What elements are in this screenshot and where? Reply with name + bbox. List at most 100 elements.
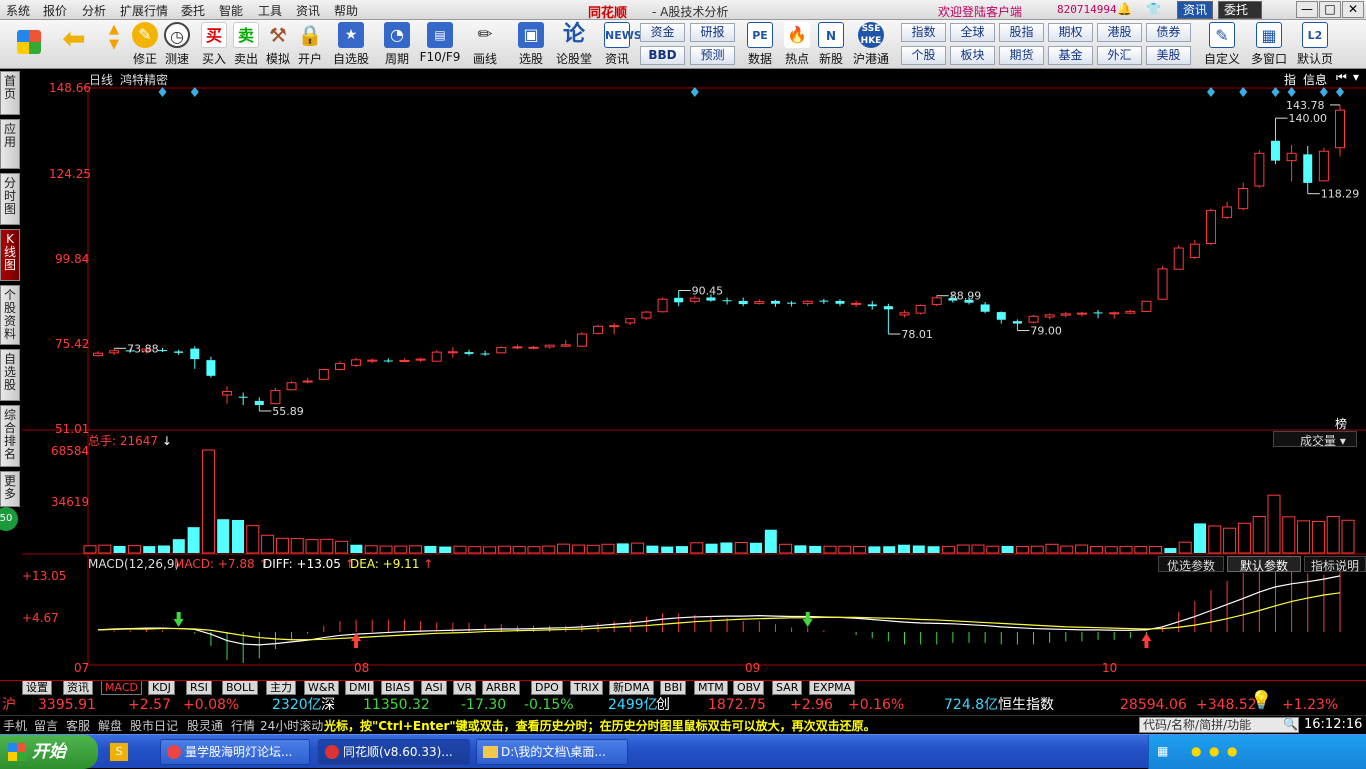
- tab-arbr[interactable]: ARBR: [482, 681, 521, 695]
- sector-button[interactable]: 板块: [950, 46, 995, 65]
- us-stock-button[interactable]: 美股: [1146, 46, 1191, 65]
- windows-button[interactable]: [14, 22, 44, 68]
- back-button[interactable]: ⬅: [56, 22, 92, 68]
- preferred-params-button[interactable]: 优选参数: [1158, 556, 1224, 573]
- menu-smart[interactable]: 智能: [219, 2, 243, 19]
- f10-button[interactable]: ▤ F10/F9: [418, 22, 462, 68]
- tab-main-force[interactable]: 主力: [266, 681, 296, 695]
- maximize-button[interactable]: □: [1319, 1, 1341, 18]
- tab-bias[interactable]: BIAS: [381, 681, 415, 695]
- tab-boll[interactable]: BOLL: [222, 681, 259, 695]
- tab-macd[interactable]: MACD: [101, 681, 142, 695]
- quick-launch-icon[interactable]: S: [110, 743, 128, 761]
- menu-tools[interactable]: 工具: [258, 2, 282, 19]
- info-service[interactable]: 客服: [66, 717, 90, 734]
- info-button[interactable]: 信息: [1303, 71, 1327, 88]
- first-page-icon[interactable]: ⏮: [1336, 70, 1347, 85]
- stock-index-button[interactable]: 股指: [999, 23, 1044, 42]
- menu-system[interactable]: 系统: [6, 2, 30, 19]
- info-diary[interactable]: 股市日记: [130, 717, 178, 734]
- multi-window-button[interactable]: ▦ 多窗口: [1248, 22, 1290, 68]
- menu-quote[interactable]: 报价: [43, 2, 67, 19]
- data-button[interactable]: PE 数据: [744, 22, 776, 68]
- tab-obv[interactable]: OBV: [733, 681, 765, 695]
- sell-button[interactable]: 卖 卖出: [231, 22, 261, 68]
- forex-button[interactable]: 外汇: [1097, 46, 1142, 65]
- tab-vr[interactable]: VR: [453, 681, 477, 695]
- indicator-corner-button[interactable]: 指: [1284, 71, 1296, 88]
- qq-icon-3[interactable]: ●: [1227, 744, 1237, 758]
- tab-dmi[interactable]: DMI: [345, 681, 375, 695]
- default-params-button[interactable]: 默认参数: [1227, 556, 1301, 573]
- period-button[interactable]: ◔ 周期: [377, 22, 417, 68]
- tab-expma[interactable]: EXPMA: [809, 681, 856, 695]
- qq-icon-2[interactable]: ●: [1209, 744, 1219, 758]
- tab-trix[interactable]: TRIX: [570, 681, 604, 695]
- hk-connect-button[interactable]: SSE HKE 沪港通: [851, 22, 891, 68]
- search-icon[interactable]: 🔍: [1283, 717, 1298, 731]
- info-stock-tong[interactable]: 股灵通: [187, 717, 223, 734]
- bell-icon[interactable]: 🔔: [1117, 2, 1132, 16]
- nav-ranking[interactable]: 综合排名: [0, 405, 20, 467]
- open-account-button[interactable]: 🔒 开户: [295, 22, 325, 68]
- tab-bbi[interactable]: BBI: [660, 681, 687, 695]
- trade-button[interactable]: 委托 ▾: [1218, 1, 1262, 33]
- default-page-button[interactable]: L2 默认页: [1294, 22, 1336, 68]
- tray-app-icon[interactable]: ▦: [1157, 744, 1168, 758]
- watchlist-button[interactable]: ★ 自选股: [331, 22, 371, 68]
- stock-picker-button[interactable]: ▣ 选股: [511, 22, 551, 68]
- tab-mtm[interactable]: MTM: [694, 681, 728, 695]
- research-button[interactable]: 研报: [690, 23, 735, 42]
- speed-test-button[interactable]: ◷ 测速: [162, 22, 192, 68]
- tab-asi[interactable]: ASI: [421, 681, 447, 695]
- info-analysis[interactable]: 解盘: [98, 717, 122, 734]
- menu-trade[interactable]: 委托: [181, 2, 205, 19]
- nav-home[interactable]: 首页: [0, 71, 20, 115]
- fund-market-button[interactable]: 基金: [1048, 46, 1093, 65]
- shirt-icon[interactable]: 👕: [1146, 2, 1161, 16]
- nav-apps[interactable]: 应用: [0, 119, 20, 169]
- qq-icon[interactable]: ●: [1191, 744, 1201, 758]
- buy-button[interactable]: 买 买入: [199, 22, 229, 68]
- custom-button[interactable]: ✎ 自定义: [1202, 22, 1242, 68]
- close-button[interactable]: ✕: [1342, 1, 1364, 18]
- search-input[interactable]: 代码/名称/简拼/功能: [1139, 717, 1299, 733]
- green-circle-icon[interactable]: 50: [0, 507, 18, 531]
- bond-button[interactable]: 债券: [1146, 23, 1191, 42]
- menu-extended-quote[interactable]: 扩展行情: [120, 2, 168, 19]
- tab-new-dma[interactable]: 新DMA: [609, 681, 654, 695]
- tab-settings[interactable]: 设置: [22, 681, 52, 695]
- task-forum[interactable]: 量学股海明灯论坛...: [160, 739, 310, 765]
- nav-stock-info[interactable]: 个股资料: [0, 285, 20, 345]
- forecast-button[interactable]: 预测: [690, 46, 735, 65]
- options-button[interactable]: 期权: [1048, 23, 1093, 42]
- volume-type-select[interactable]: 成交量 ▾: [1273, 431, 1357, 448]
- hk-stock-button[interactable]: 港股: [1097, 23, 1142, 42]
- correct-button[interactable]: ✎ 修正: [130, 22, 160, 68]
- global-button[interactable]: 全球: [950, 23, 995, 42]
- info-message[interactable]: 留言: [34, 717, 58, 734]
- tab-wr[interactable]: W&R: [304, 681, 340, 695]
- minimize-button[interactable]: —: [1296, 1, 1318, 18]
- up-down-button[interactable]: ▲ ▼: [102, 22, 126, 68]
- info-mobile[interactable]: 手机: [3, 717, 27, 734]
- menu-analysis[interactable]: 分析: [82, 2, 106, 19]
- chevron-down-icon[interactable]: ▾: [1353, 70, 1359, 84]
- news-tool-button[interactable]: NEWS 资讯: [599, 22, 642, 68]
- info-quote[interactable]: 行情: [231, 717, 255, 734]
- task-folder[interactable]: D:\我的文档\桌面...: [476, 739, 628, 765]
- tab-dpo[interactable]: DPO: [531, 681, 563, 695]
- start-button[interactable]: 开始: [0, 735, 98, 769]
- bbd-button[interactable]: BBD: [640, 46, 685, 65]
- nav-watchlist[interactable]: 自选股: [0, 349, 20, 401]
- tab-kdj[interactable]: KDJ: [148, 681, 175, 695]
- tab-rsi[interactable]: RSI: [186, 681, 212, 695]
- single-stock-button[interactable]: 个股: [901, 46, 946, 65]
- tab-sar[interactable]: SAR: [772, 681, 803, 695]
- nav-intraday[interactable]: 分时图: [0, 173, 20, 225]
- task-tonghuashun[interactable]: 同花顺(v8.60.33)...: [318, 739, 470, 765]
- fund-button[interactable]: 资金: [640, 23, 685, 42]
- draw-line-button[interactable]: ✏ 画线: [467, 22, 503, 68]
- nav-more[interactable]: 更多: [0, 471, 20, 507]
- bulb-icon[interactable]: 💡: [1250, 691, 1272, 711]
